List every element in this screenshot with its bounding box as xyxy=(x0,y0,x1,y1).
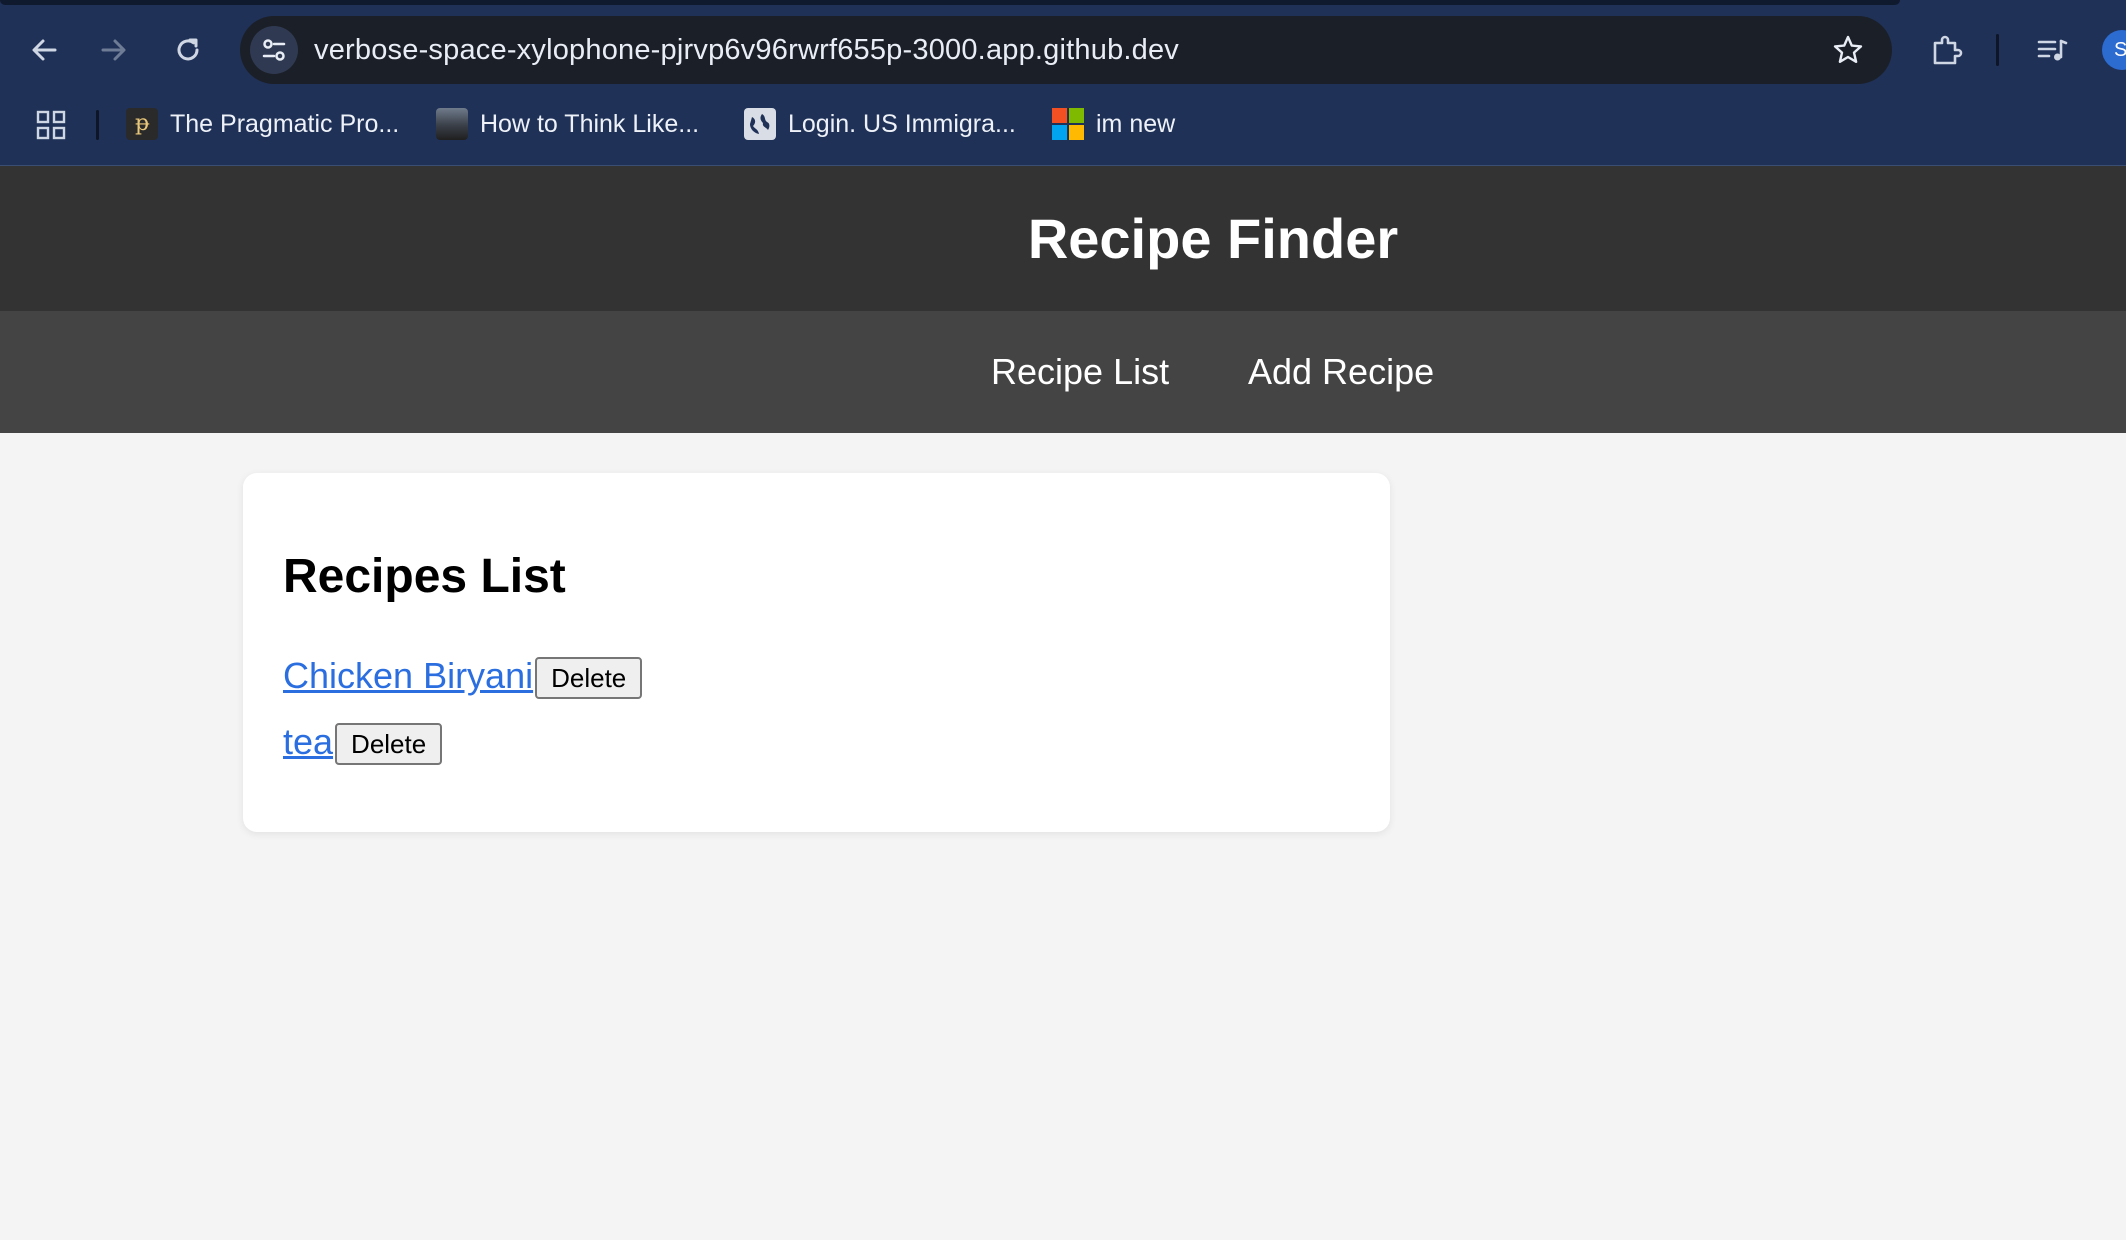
address-bar[interactable]: verbose-space-xylophone-pjrvp6v96rwrf655… xyxy=(240,16,1892,84)
apps-grid-icon xyxy=(36,110,66,140)
bookmark-label: The Pragmatic Pro... xyxy=(170,109,400,138)
microsoft-favicon xyxy=(1052,108,1084,140)
toolbar-divider xyxy=(1996,34,1999,66)
bookmark-item[interactable]: How to Think Like... xyxy=(436,106,699,142)
list-item: Chicken Biryani Delete xyxy=(283,653,643,699)
page-content: Recipe Finder Recipe List Add Recipe Rec… xyxy=(0,166,2126,1240)
think-favicon xyxy=(436,108,468,140)
reload-button[interactable] xyxy=(166,28,210,72)
apps-button[interactable] xyxy=(34,108,68,142)
tune-icon xyxy=(262,39,286,61)
recipe-link[interactable]: tea xyxy=(283,721,333,763)
tab-strip-edge xyxy=(0,0,1900,5)
bookmark-label: Login. US Immigra... xyxy=(788,109,1016,138)
playlist-icon xyxy=(2037,39,2068,61)
delete-button[interactable]: Delete xyxy=(535,657,643,699)
back-button[interactable] xyxy=(22,28,66,72)
bookmark-item[interactable]: ᵽ The Pragmatic Pro... xyxy=(126,106,399,142)
arrow-right-icon xyxy=(101,39,126,61)
recipe-link[interactable]: Chicken Biryani xyxy=(283,655,533,697)
delete-button[interactable]: Delete xyxy=(335,723,443,765)
bookmarks-bar: ᵽ The Pragmatic Pro... How to Think Like… xyxy=(0,100,2126,148)
recipes-card: Recipes List Chicken Biryani Delete tea … xyxy=(243,473,1390,832)
pragmatic-favicon: ᵽ xyxy=(126,108,158,140)
arrow-left-icon xyxy=(32,39,57,61)
recipes-heading: Recipes List xyxy=(283,550,566,603)
nav-link-recipe-list[interactable]: Recipe List xyxy=(991,351,1169,393)
site-header: Recipe Finder xyxy=(0,166,2126,311)
profile-avatar[interactable]: S xyxy=(2102,30,2126,70)
media-control-button[interactable] xyxy=(2030,28,2074,72)
bookmark-item[interactable]: Login. US Immigra... xyxy=(744,106,1016,142)
list-item: tea Delete xyxy=(283,719,443,765)
extensions-button[interactable] xyxy=(1924,28,1968,72)
browser-chrome: verbose-space-xylophone-pjrvp6v96rwrf655… xyxy=(0,0,2126,166)
url-text[interactable]: verbose-space-xylophone-pjrvp6v96rwrf655… xyxy=(314,34,1179,67)
bookmark-label: im new xyxy=(1096,109,1176,138)
forward-button[interactable] xyxy=(92,28,136,72)
bookmark-label: How to Think Like... xyxy=(480,109,700,138)
bookmark-star-button[interactable] xyxy=(1828,30,1868,70)
puzzle-icon xyxy=(1933,35,1963,65)
star-icon xyxy=(1833,35,1863,63)
bookmarks-divider xyxy=(96,110,99,140)
bookmark-item[interactable]: im new xyxy=(1052,106,1175,142)
site-info-button[interactable] xyxy=(250,26,298,74)
globe-icon xyxy=(744,108,776,140)
main-nav: Recipe List Add Recipe xyxy=(0,311,2126,433)
nav-link-add-recipe[interactable]: Add Recipe xyxy=(1248,351,1434,393)
reload-icon xyxy=(177,38,199,61)
page-title: Recipe Finder xyxy=(1027,207,1399,270)
